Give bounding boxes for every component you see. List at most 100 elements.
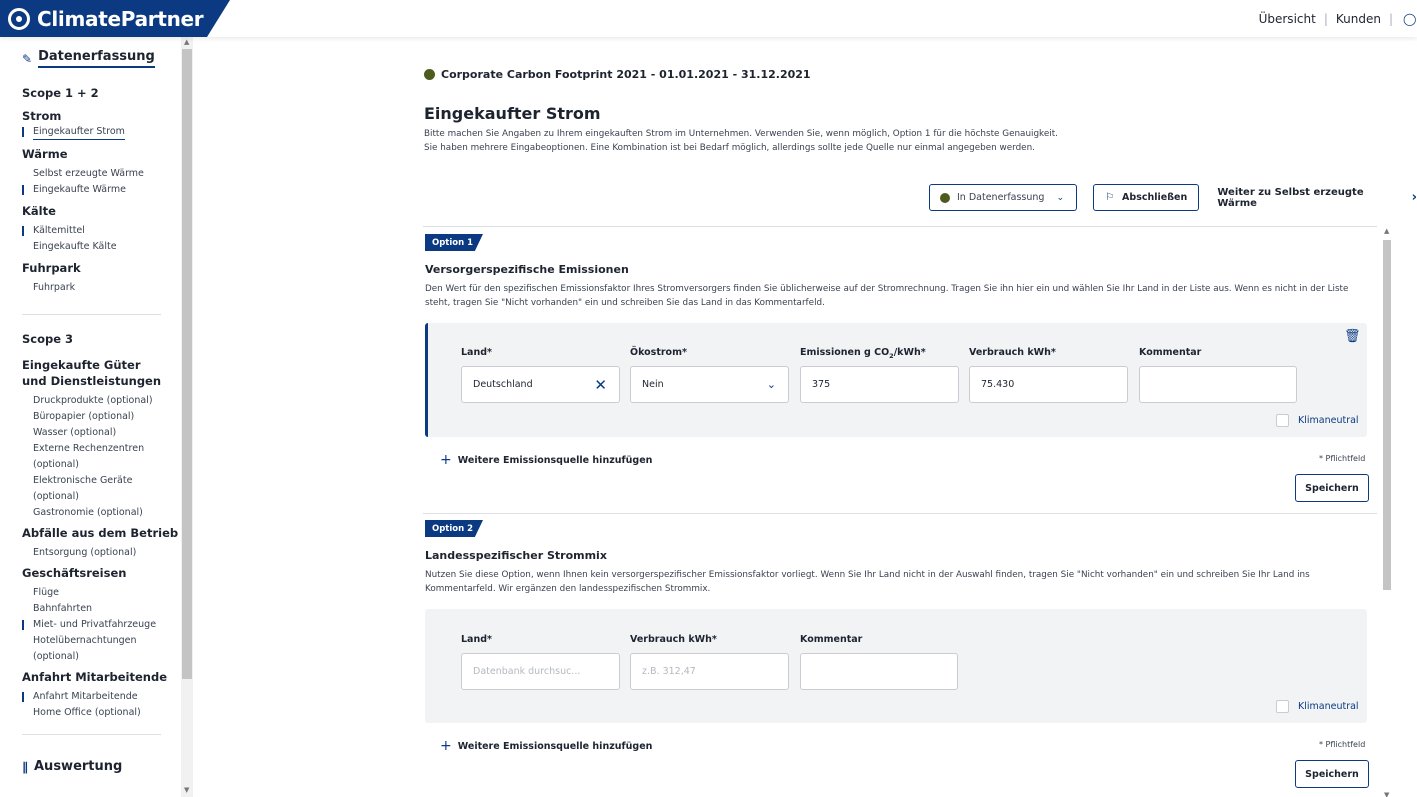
sidebar-item-bueropapier[interactable]: Büropapier (optional) [22, 409, 181, 425]
sidebar-header-label: Datenerfassung [38, 49, 155, 68]
sidebar-item-anfahrt[interactable]: Anfahrt Mitarbeitende [22, 689, 181, 705]
clear-icon[interactable]: ✕ [594, 376, 607, 394]
sidebar-item-home-office[interactable]: Home Office (optional) [22, 705, 181, 721]
country-placeholder: Datenbank durchsuc... [473, 666, 581, 677]
sidebar-item-eingekaufte-waerme[interactable]: Eingekaufte Wärme [22, 182, 181, 198]
checkbox-box[interactable] [1276, 414, 1289, 427]
status-dot [940, 192, 950, 203]
climate-neutral-checkbox[interactable]: Klimaneutral [1276, 414, 1359, 427]
sidebar-item-bahnfahrten[interactable]: Bahnfahrten [22, 601, 181, 617]
nav-overview[interactable]: Übersicht [1259, 12, 1316, 26]
option-2-title: Landesspezifischer Strommix [425, 549, 607, 562]
status-dropdown[interactable]: In Datenerfassung ⌄ [929, 184, 1077, 211]
option-2-badge: Option 2 [425, 520, 483, 537]
consumption-input[interactable]: 75.430 [969, 366, 1128, 403]
sidebar-item-hotel[interactable]: Hotelübernachtungen (optional) [22, 633, 150, 665]
page-description-line: Sie haben mehrere Eingabeoptionen. Eine … [424, 143, 1035, 153]
add-emission-source-label: Weitere Emissionsquelle hinzufügen [457, 740, 653, 752]
brand-logo[interactable]: ClimatePartner [0, 0, 230, 37]
footprint-label: Corporate Carbon Footprint 2021 - 01.01.… [441, 68, 811, 81]
sidebar-item-selbst-erzeugte-waerme[interactable]: Selbst erzeugte Wärme [22, 166, 181, 182]
comment-input[interactable] [1139, 366, 1297, 403]
save-button[interactable]: Speichern [1295, 760, 1369, 788]
scope-3-heading: Scope 3 [22, 332, 74, 346]
sidebar-item-druckprodukte[interactable]: Druckprodukte (optional) [22, 393, 181, 409]
sidebar-evaluation-label: Auswertung [34, 759, 123, 774]
edit-icon: ✎ [22, 51, 33, 66]
consumption-label: Verbrauch kWh* [630, 634, 717, 645]
sidebar-item-gastronomie[interactable]: Gastronomie (optional) [22, 505, 181, 521]
footprint-title: Corporate Carbon Footprint 2021 - 01.01.… [424, 68, 811, 81]
checkbox-box[interactable] [1276, 700, 1289, 713]
sidebar-item-wasser[interactable]: Wasser (optional) [22, 425, 181, 441]
country-select[interactable]: Deutschland ✕ [461, 366, 620, 403]
sidebar-item-kaeltemittel[interactable]: Kältemittel [22, 223, 181, 239]
climate-neutral-label: Klimaneutral [1298, 415, 1359, 426]
scroll-up-icon[interactable]: ▲ [1384, 227, 1389, 235]
sidebar-header[interactable]: ✎ Datenerfassung [22, 49, 181, 68]
sidebar-item-eingekaufter-strom[interactable]: Eingekaufter Strom [22, 124, 181, 140]
scroll-down-icon[interactable]: ▼ [184, 786, 189, 794]
country-search-input[interactable]: Datenbank durchsuc... [461, 653, 620, 690]
consumption-placeholder: z.B. 312,47 [642, 666, 696, 677]
add-emission-source-link[interactable]: + Weitere Emissionsquelle hinzufügen [440, 452, 652, 468]
main-content: Corporate Carbon Footprint 2021 - 01.01.… [193, 37, 1417, 797]
sidebar-group-kaelte: Kälte [22, 204, 56, 218]
green-power-select[interactable]: Nein ⌄ [630, 366, 789, 403]
sidebar-item-elektronische-geraete[interactable]: Elektronische Geräte (optional) [22, 473, 150, 505]
sidebar-evaluation[interactable]: ∥ Auswertung [22, 759, 181, 774]
sidebar-item-label: Eingekaufter Strom [33, 126, 125, 140]
sidebar-scroll-thumb[interactable] [182, 49, 192, 679]
sidebar-item-rechenzentren[interactable]: Externe Rechenzentren (optional) [22, 441, 150, 473]
sidebar-item-fluege[interactable]: Flüge [22, 585, 181, 601]
country-label: Land* [461, 634, 492, 645]
country-label: Land* [461, 347, 492, 358]
finish-button[interactable]: ⚐ Abschließen [1092, 184, 1200, 211]
option-2-description: Nutzen Sie diese Option, wenn Ihnen kein… [425, 570, 1310, 594]
content-scrollbar[interactable]: ▲ ▼ [1381, 226, 1393, 797]
trash-icon[interactable]: 🗑 [1344, 329, 1361, 344]
climate-neutral-checkbox[interactable]: Klimaneutral [1276, 700, 1359, 713]
options-panel: Option 1 Versorgerspezifische Emissionen… [423, 226, 1377, 797]
sidebar-group-strom: Strom [22, 109, 62, 123]
sidebar-item-mietfahrzeuge[interactable]: Miet- und Privatfahrzeuge [22, 617, 181, 633]
chevron-down-icon: ⌄ [766, 378, 776, 391]
sidebar-item-entsorgung[interactable]: Entsorgung (optional) [22, 545, 181, 561]
sidebar-item-eingekaufte-kaelte[interactable]: Eingekaufte Kälte [22, 239, 181, 255]
scroll-up-icon[interactable]: ▲ [184, 38, 189, 46]
nav-customers[interactable]: Kunden [1336, 12, 1381, 26]
nav-separator: | [1388, 11, 1393, 26]
sidebar-group-goods: Eingekaufte Güter und Dienstleistungen [22, 358, 162, 388]
option-1-badge: Option 1 [425, 234, 483, 251]
logo-icon [8, 7, 30, 30]
user-icon[interactable]: ◯ [1403, 12, 1417, 26]
section-divider [423, 513, 1377, 514]
next-step-link[interactable]: Weiter zu Selbst erzeugte Wärme › [1217, 187, 1417, 209]
emissions-value: 375 [812, 379, 831, 390]
sidebar-divider [22, 314, 161, 315]
save-button[interactable]: Speichern [1295, 474, 1369, 502]
chevron-right-icon: › [1411, 190, 1417, 205]
emissions-input[interactable]: 375 [800, 366, 959, 403]
sidebar-scrollbar[interactable]: ▲ ▼ [181, 37, 193, 797]
add-emission-source-link[interactable]: + Weitere Emissionsquelle hinzufügen [440, 738, 652, 754]
status-label: In Datenerfassung [957, 192, 1045, 203]
scroll-down-icon[interactable]: ▼ [1384, 791, 1389, 797]
content-scroll-thumb[interactable] [1383, 240, 1391, 590]
required-note: * Pflichtfeld [1319, 740, 1366, 749]
chart-icon: ∥ [22, 759, 28, 774]
consumption-value: 75.430 [981, 379, 1015, 390]
action-bar: In Datenerfassung ⌄ ⚐ Abschließen Weiter… [929, 184, 1417, 211]
sidebar-group-fuhrpark: Fuhrpark [22, 261, 81, 275]
option-1-description: Den Wert für den spezifischen Emissionsf… [425, 284, 1349, 308]
chevron-down-icon: ⌄ [1056, 192, 1065, 203]
scope-1-2-heading: Scope 1 + 2 [22, 86, 99, 100]
required-note: * Pflichtfeld [1319, 454, 1366, 463]
sidebar-divider [22, 734, 161, 735]
comment-input[interactable] [800, 653, 958, 690]
sidebar-item-fuhrpark[interactable]: Fuhrpark [22, 280, 181, 296]
emissions-label-unit: /kWh* [893, 347, 926, 358]
flag-icon: ⚐ [1105, 192, 1115, 203]
consumption-input[interactable]: z.B. 312,47 [630, 653, 789, 690]
climate-neutral-label: Klimaneutral [1298, 701, 1359, 712]
